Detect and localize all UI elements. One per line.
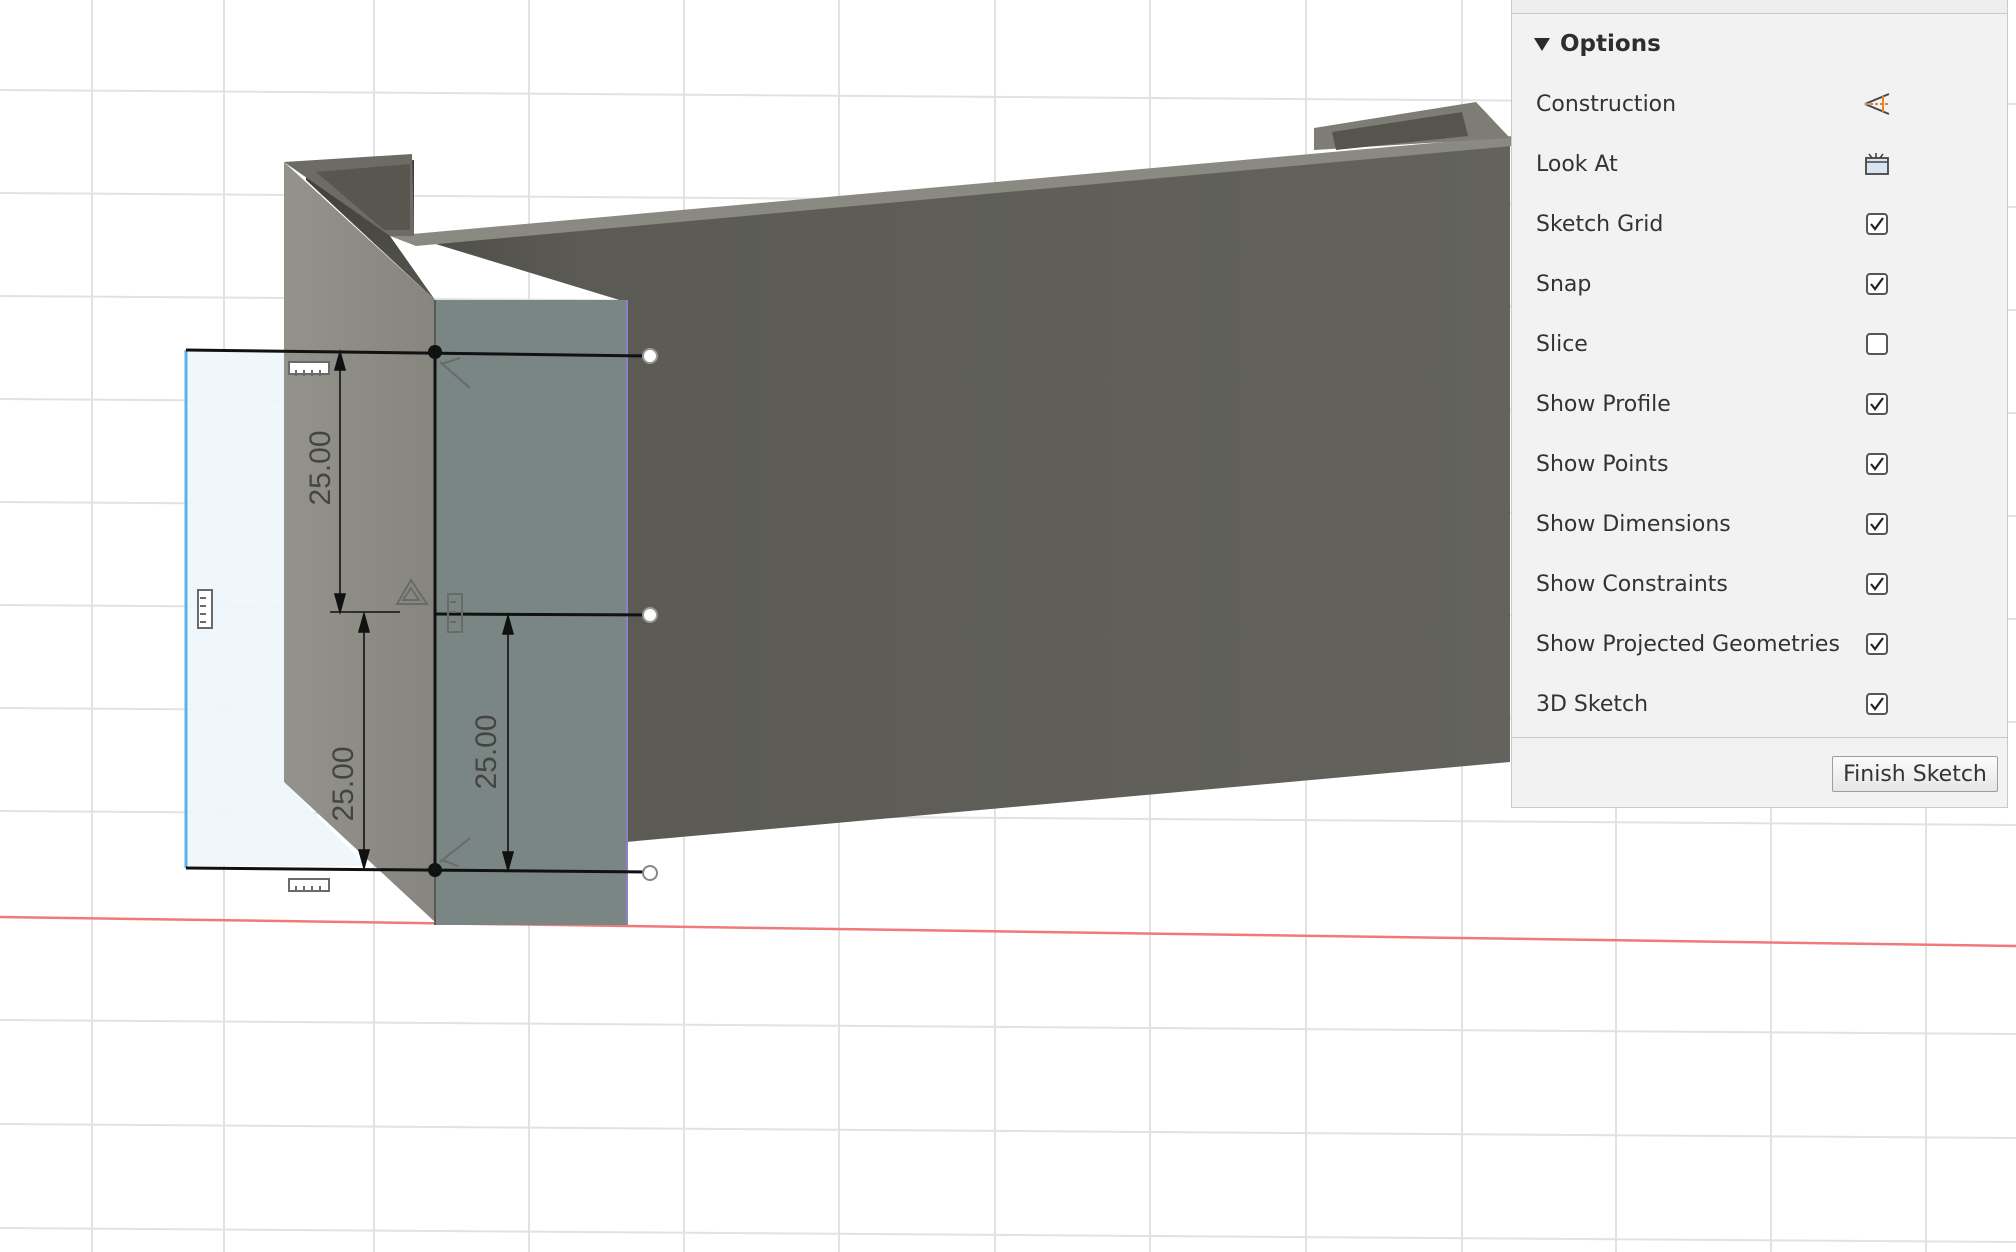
- model-body: [284, 102, 1512, 925]
- option-label: Show Profile: [1536, 391, 1671, 417]
- option-row-3d-sketch[interactable]: 3D Sketch: [1512, 676, 2007, 732]
- finish-sketch-button[interactable]: Finish Sketch: [1832, 756, 1998, 792]
- option-label: Show Projected Geometries: [1536, 631, 1840, 657]
- dimension-upper-left[interactable]: 25.00: [304, 430, 337, 505]
- show-points-checkbox[interactable]: [1866, 453, 1888, 475]
- collapse-triangle-icon[interactable]: [1534, 37, 1550, 51]
- sketch-grid-checkbox[interactable]: [1866, 213, 1888, 235]
- show-constraints-checkbox[interactable]: [1866, 573, 1888, 595]
- option-row-look-at[interactable]: Look At: [1512, 136, 2007, 192]
- option-row-show-profile[interactable]: Show Profile: [1512, 376, 2007, 432]
- palette-top-strip: [1512, 0, 2007, 14]
- option-label: Look At: [1536, 151, 1618, 177]
- option-row-show-dimensions[interactable]: Show Dimensions: [1512, 496, 2007, 552]
- x-axis-line: [0, 915, 2016, 948]
- front-face: [435, 300, 627, 925]
- dimension-right[interactable]: 25.00: [470, 714, 503, 789]
- option-row-snap[interactable]: Snap: [1512, 256, 2007, 312]
- 3d-sketch-checkbox[interactable]: [1866, 693, 1888, 715]
- option-label: Show Points: [1536, 451, 1669, 477]
- vertical-constraint-icon: [197, 589, 213, 629]
- option-row-construction[interactable]: Construction: [1512, 76, 2007, 132]
- horizontal-constraint-icon: [288, 361, 330, 376]
- dimension-lower-left[interactable]: 25.00: [327, 746, 360, 821]
- options-section-header[interactable]: Options: [1522, 26, 1661, 62]
- option-label: Show Dimensions: [1536, 511, 1731, 537]
- show-profile-checkbox[interactable]: [1866, 393, 1888, 415]
- option-row-show-projected-geometries[interactable]: Show Projected Geometries: [1512, 616, 2007, 672]
- option-row-show-points[interactable]: Show Points: [1512, 436, 2007, 492]
- show-projected-geometries-checkbox[interactable]: [1866, 633, 1888, 655]
- slice-checkbox[interactable]: [1866, 333, 1888, 355]
- option-label: Sketch Grid: [1536, 211, 1664, 237]
- look-at-icon[interactable]: [1863, 150, 1891, 178]
- option-label: Snap: [1536, 271, 1592, 297]
- palette-divider: [1512, 737, 2007, 738]
- snap-checkbox[interactable]: [1866, 273, 1888, 295]
- construction-icon[interactable]: [1863, 90, 1891, 118]
- option-label: Show Constraints: [1536, 571, 1728, 597]
- option-row-show-constraints[interactable]: Show Constraints: [1512, 556, 2007, 612]
- sketch-palette: Options Construction Look At Sketch Grid…: [1511, 0, 2008, 808]
- option-row-slice[interactable]: Slice: [1512, 316, 2007, 372]
- option-label: 3D Sketch: [1536, 691, 1649, 717]
- horizontal-constraint-icon: [288, 878, 330, 892]
- option-label: Slice: [1536, 331, 1588, 357]
- option-label: Construction: [1536, 91, 1677, 117]
- show-dimensions-checkbox[interactable]: [1866, 513, 1888, 535]
- options-title: Options: [1560, 31, 1661, 57]
- option-row-sketch-grid[interactable]: Sketch Grid: [1512, 196, 2007, 252]
